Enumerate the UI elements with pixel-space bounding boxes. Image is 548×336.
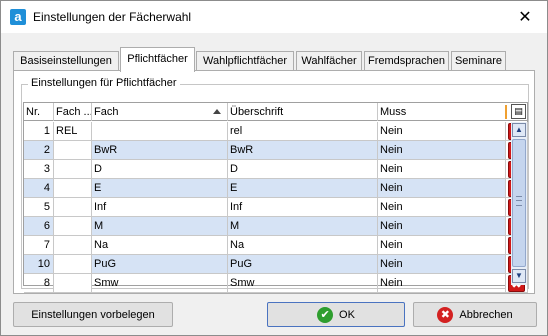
table-row[interactable]: 3DDNein✖ [24, 160, 528, 179]
grid-header: Nr. Fach ... Fach Überschrift Muss ▤ [24, 103, 527, 121]
preset-settings-button[interactable]: Einstellungen vorbelegen [13, 302, 173, 327]
close-button[interactable]: ✕ [503, 1, 547, 33]
cell-nr[interactable]: 2 [24, 141, 54, 160]
preset-settings-label: Einstellungen vorbelegen [31, 308, 155, 321]
cell-fach-kurz[interactable] [54, 236, 92, 255]
window-title: Einstellungen der Fächerwahl [33, 10, 192, 24]
cell-fach[interactable]: D [92, 160, 228, 179]
dialog-window: a Einstellungen der Fächerwahl ✕ Basisei… [0, 0, 548, 336]
table-row[interactable]: 8SmwSmwNein✖ [24, 274, 528, 293]
scrollbar-thumb[interactable] [512, 139, 526, 267]
cell-ueberschrift[interactable]: BwR [228, 141, 378, 160]
cancel-icon: ✖ [437, 306, 454, 323]
chevron-down-icon: ▼ [515, 271, 523, 280]
cell-ueberschrift[interactable]: rel [228, 122, 378, 141]
column-header-fach[interactable]: Fach [92, 103, 228, 121]
title-bar: a Einstellungen der Fächerwahl ✕ [1, 1, 547, 33]
cell-nr[interactable]: 5 [24, 198, 54, 217]
cell-fach-kurz[interactable] [54, 179, 92, 198]
scroll-up-button[interactable]: ▲ [512, 123, 526, 137]
cancel-label: Abbrechen [459, 308, 513, 321]
tab-pflichtfaecher[interactable]: Pflichtfächer [120, 47, 195, 72]
cell-ueberschrift[interactable]: E [228, 179, 378, 198]
ok-label: OK [339, 308, 355, 321]
cell-muss[interactable]: Nein [378, 198, 506, 217]
column-chooser-button[interactable]: ▤ [511, 104, 526, 119]
cell-muss[interactable]: Nein [378, 217, 506, 236]
scroll-down-button[interactable]: ▼ [512, 269, 526, 283]
cell-fach[interactable]: Smw [92, 274, 228, 293]
cell-fach[interactable]: E [92, 179, 228, 198]
table-row[interactable]: 1RELrelNein✖ [24, 122, 528, 141]
table-row[interactable]: 4EENein✖ [24, 179, 528, 198]
cell-fach-kurz[interactable] [54, 274, 92, 293]
table-row[interactable]: 7NaNaNein✖ [24, 236, 528, 255]
cell-nr[interactable]: 1 [24, 122, 54, 141]
vertical-scrollbar[interactable]: ▲ ▼ [511, 122, 527, 285]
cell-ueberschrift[interactable]: Na [228, 236, 378, 255]
column-resize-marker [505, 105, 507, 119]
chevron-up-icon: ▲ [515, 125, 523, 134]
cell-nr[interactable]: 10 [24, 255, 54, 274]
cancel-button[interactable]: ✖ Abbrechen [413, 302, 537, 327]
cell-fach-kurz[interactable] [54, 255, 92, 274]
cell-ueberschrift[interactable]: PuG [228, 255, 378, 274]
cell-fach[interactable]: PuG [92, 255, 228, 274]
ok-button[interactable]: ✔ OK [267, 302, 405, 327]
cell-muss[interactable]: Nein [378, 122, 506, 141]
tab-wahlfaecher[interactable]: Wahlfächer [296, 51, 362, 71]
cell-fach[interactable]: M [92, 217, 228, 236]
cell-muss[interactable]: Nein [378, 255, 506, 274]
groupbox-legend: Einstellungen für Pflichtfächer [28, 77, 180, 89]
cell-nr[interactable]: 3 [24, 160, 54, 179]
table-row[interactable]: 6MMNein✖ [24, 217, 528, 236]
cell-nr[interactable]: 8 [24, 274, 54, 293]
tab-basiseinstellungen[interactable]: Basiseinstellungen [13, 51, 119, 71]
cell-muss[interactable]: Nein [378, 179, 506, 198]
cell-muss[interactable]: Nein [378, 160, 506, 179]
column-header-muss[interactable]: Muss [378, 103, 506, 121]
tab-fremdsprachen[interactable]: Fremdsprachen [364, 51, 449, 71]
subjects-grid: Nr. Fach ... Fach Überschrift Muss ▤ 1 RE… [23, 102, 528, 293]
cell-fach[interactable]: Na [92, 236, 228, 255]
table-row[interactable]: 2BwRBwRNein✖ [24, 141, 528, 160]
cell-ueberschrift[interactable]: D [228, 160, 378, 179]
cell-fach[interactable]: BwR [92, 141, 228, 160]
cell-fach-kurz[interactable] [54, 141, 92, 160]
cell-fach[interactable] [92, 122, 228, 141]
cell-fach-kurz[interactable] [54, 198, 92, 217]
tab-seminare[interactable]: Seminare [451, 51, 506, 71]
cell-ueberschrift[interactable]: Inf [228, 198, 378, 217]
cell-ueberschrift[interactable]: M [228, 217, 378, 236]
cell-fach-kurz[interactable] [54, 160, 92, 179]
cell-fach-kurz[interactable] [54, 217, 92, 236]
app-logo-icon: a [10, 9, 26, 25]
cell-muss[interactable]: Nein [378, 274, 506, 293]
table-row[interactable]: 10PuGPuGNein✖ [24, 255, 528, 274]
table-row[interactable]: 5InfInfNein✖ [24, 198, 528, 217]
sort-ascending-icon [213, 109, 221, 114]
column-header-ueberschrift[interactable]: Überschrift [228, 103, 378, 121]
column-chooser-icon: ▤ [514, 106, 523, 116]
column-header-fach-kurz[interactable]: Fach ... [54, 103, 92, 121]
cell-nr[interactable]: 6 [24, 217, 54, 236]
cell-muss[interactable]: Nein [378, 141, 506, 160]
cell-fach[interactable]: Inf [92, 198, 228, 217]
scrollbar-grip-icon [516, 196, 522, 206]
checkmark-icon: ✔ [317, 306, 334, 323]
cell-nr[interactable]: 7 [24, 236, 54, 255]
cell-muss[interactable]: Nein [378, 236, 506, 255]
column-header-nr[interactable]: Nr. [24, 103, 54, 121]
cell-ueberschrift[interactable]: Smw [228, 274, 378, 293]
close-icon: ✕ [518, 9, 532, 26]
tab-wahlpflichtfaecher[interactable]: Wahlpflichtfächer [196, 51, 294, 71]
tab-panel-pflichtfaecher: Einstellungen für Pflichtfächer Nr. Fach… [13, 70, 535, 294]
cell-nr[interactable]: 4 [24, 179, 54, 198]
column-header-fach-label: Fach [94, 106, 119, 118]
cell-fach-kurz[interactable]: REL [54, 122, 92, 141]
